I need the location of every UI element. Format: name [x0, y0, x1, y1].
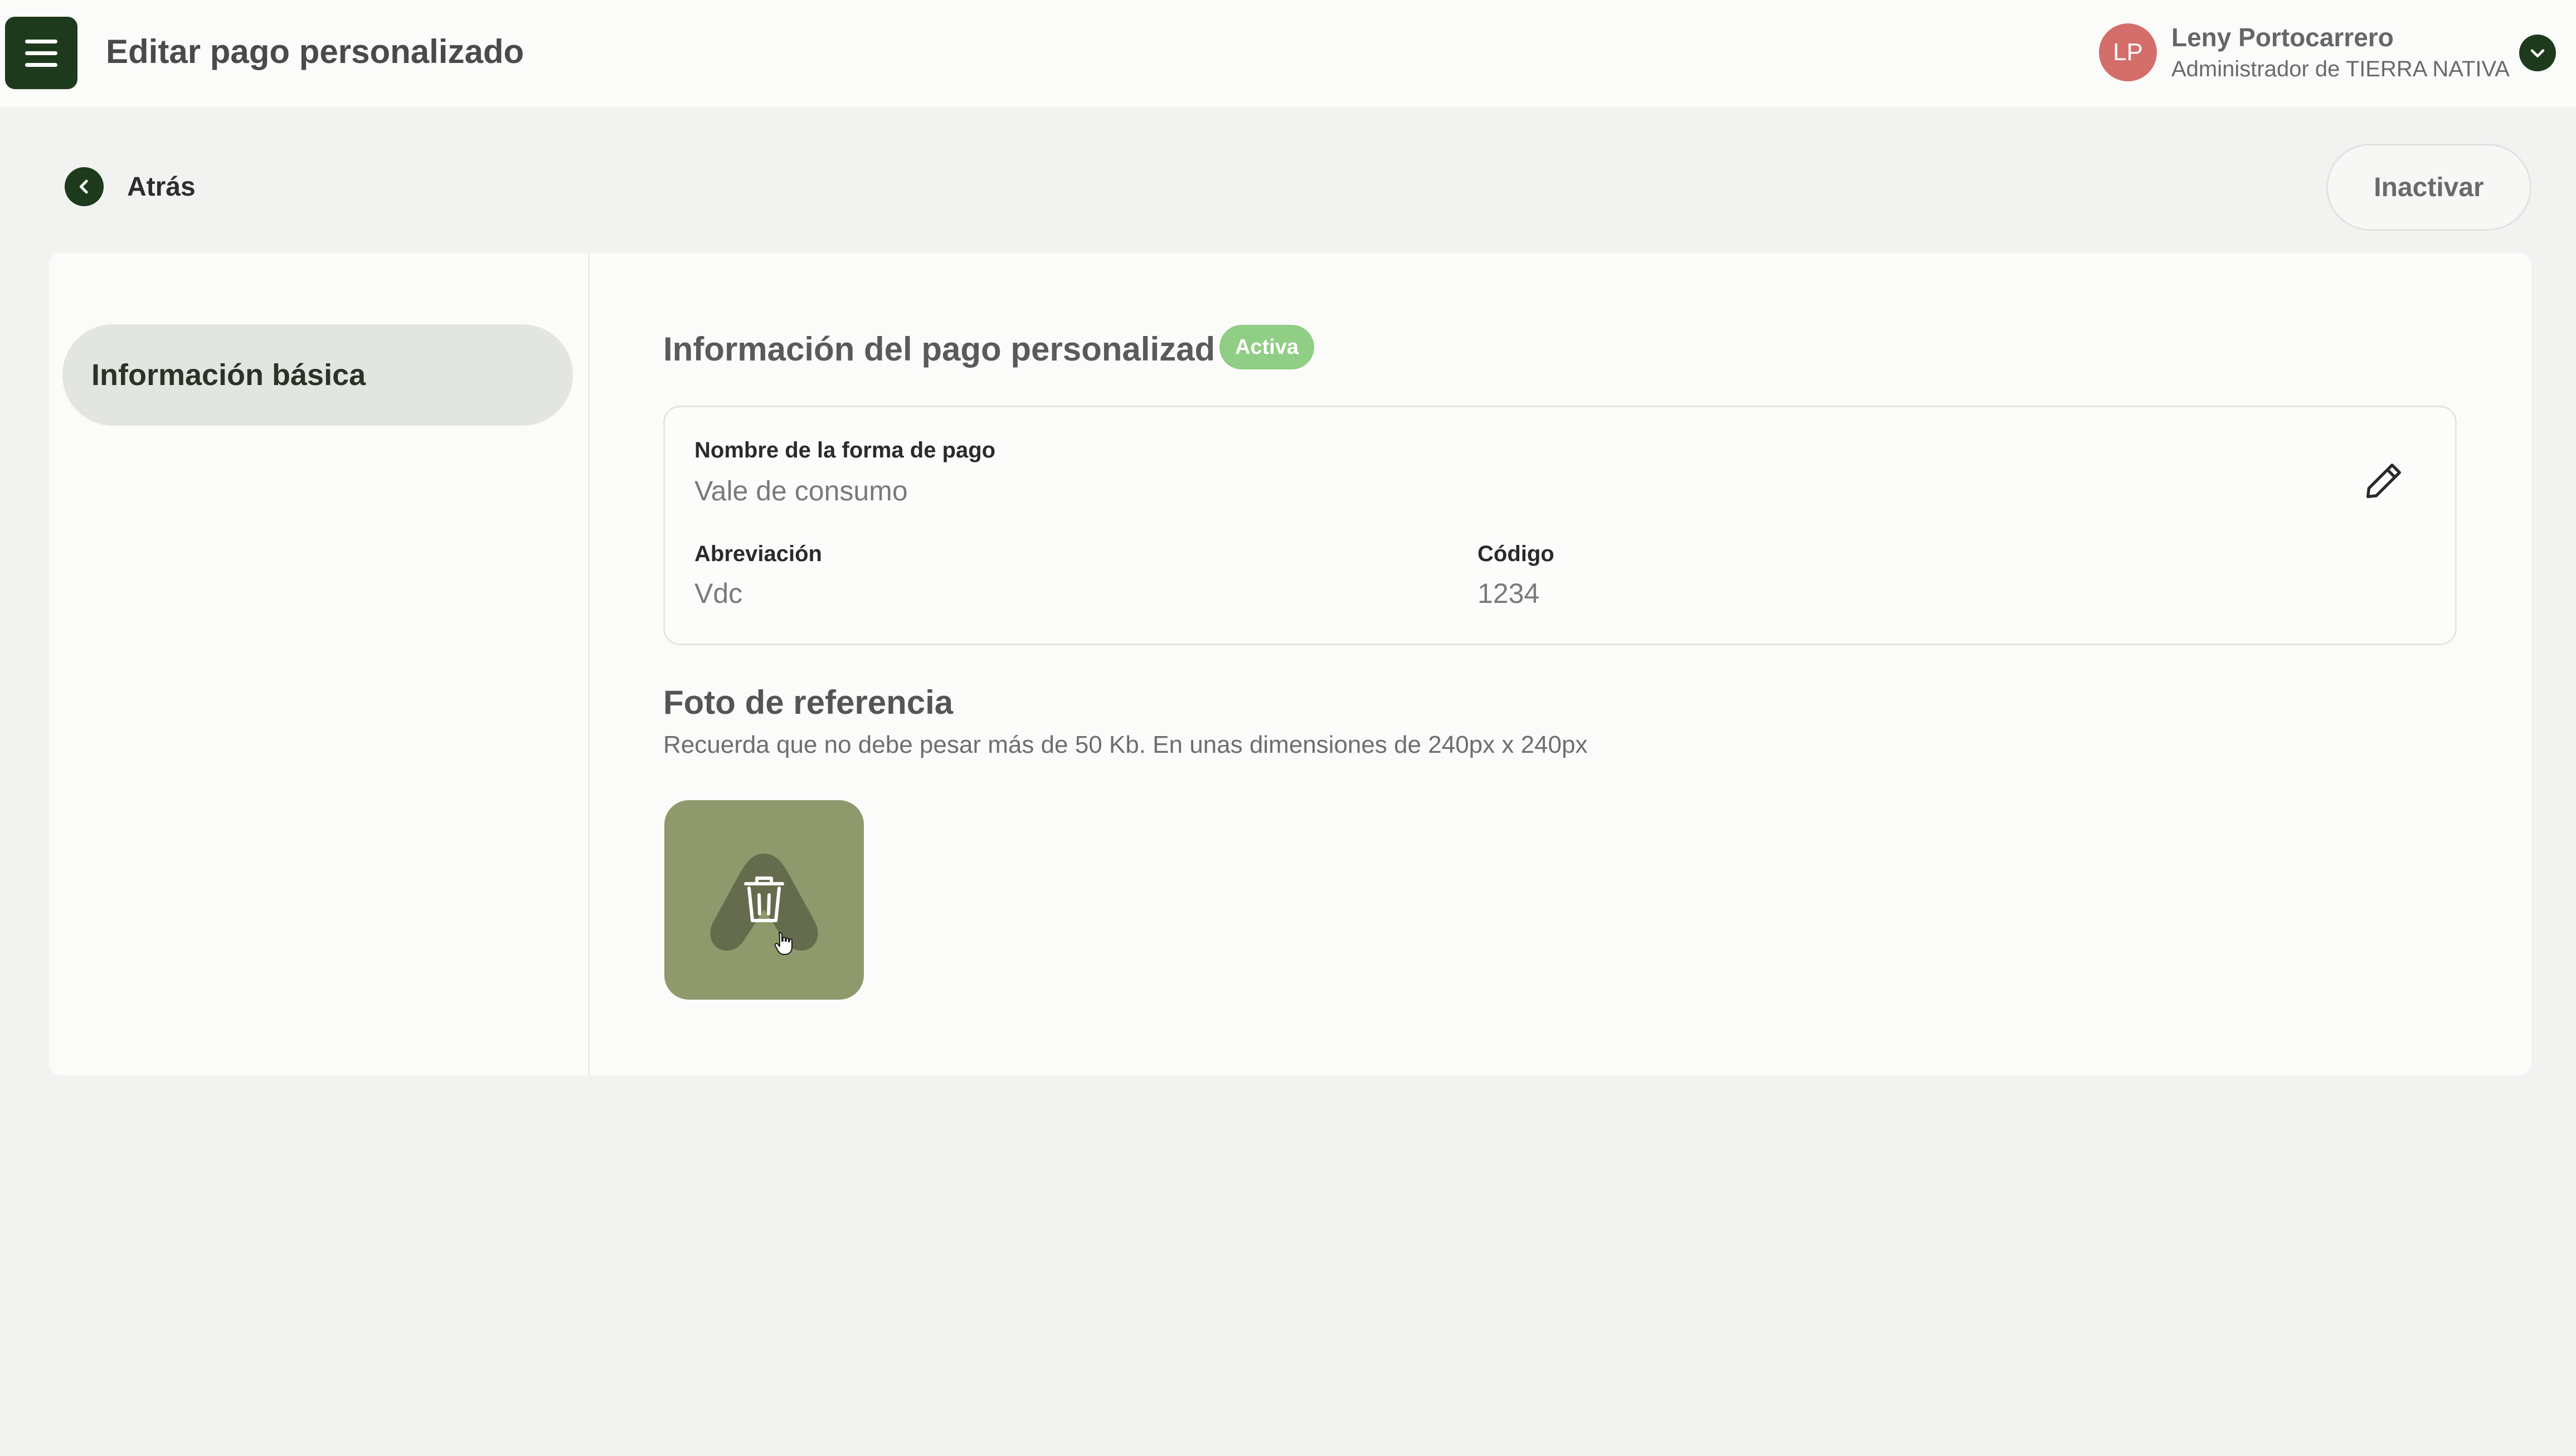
photo-section-title: Foto de referencia — [663, 684, 954, 721]
photo-delete-tile[interactable] — [664, 800, 864, 1000]
sidebar-item-basic-info[interactable]: Información básica — [62, 324, 573, 426]
user-menu-toggle[interactable] — [2519, 35, 2556, 71]
user-role: Administrador de TIERRA NATIVA — [2171, 57, 2510, 81]
section-title: Información del pago personalizad — [663, 330, 1216, 368]
chevron-down-icon — [2530, 49, 2545, 57]
top-header: Editar pago personalizado LP Leny Portoc… — [0, 0, 2576, 107]
payment-name-value: Vale de consumo — [694, 475, 908, 507]
inactivate-button[interactable]: Inactivar — [2326, 144, 2531, 231]
back-button[interactable]: Atrás — [65, 167, 196, 206]
photo-thumbnail — [710, 854, 818, 955]
code-label: Código — [1477, 542, 1554, 566]
status-badge: Activa — [1219, 325, 1314, 369]
chevron-left-icon — [79, 179, 88, 194]
code-value: 1234 — [1477, 578, 1540, 609]
edit-button[interactable] — [2359, 456, 2409, 506]
user-name: Leny Portocarrero — [2171, 23, 2394, 52]
sidebar-item-label: Información básica — [91, 358, 366, 392]
abbreviation-value: Vdc — [694, 578, 743, 609]
avatar[interactable]: LP — [2099, 23, 2157, 81]
menu-icon-bar — [25, 39, 57, 43]
sidebar-divider — [588, 253, 590, 1075]
page-title: Editar pago personalizado — [106, 33, 524, 70]
abbreviation-label: Abreviación — [694, 542, 822, 566]
payment-name-label: Nombre de la forma de pago — [694, 438, 996, 462]
menu-icon-bar — [25, 51, 57, 55]
app-root: Editar pago personalizado LP Leny Portoc… — [0, 0, 2576, 1456]
pencil-icon — [2366, 464, 2401, 498]
menu-button[interactable] — [5, 17, 77, 89]
photo-hint: Recuerda que no debe pesar más de 50 Kb.… — [663, 731, 1588, 758]
menu-icon-bar — [25, 62, 57, 67]
back-label: Atrás — [127, 172, 196, 202]
back-circle — [65, 167, 104, 206]
